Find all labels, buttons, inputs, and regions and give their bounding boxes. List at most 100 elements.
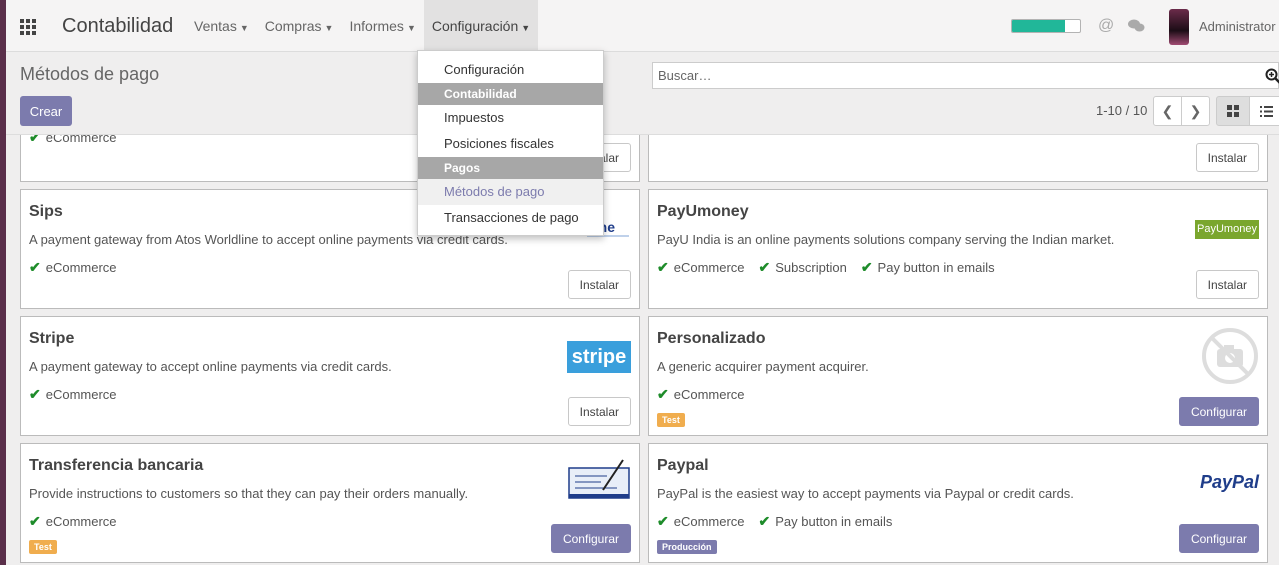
mention-icon[interactable]: @ (1098, 17, 1114, 35)
dropdown-item-transacciones-de-pago[interactable]: Transacciones de pago (418, 205, 603, 231)
configure-button[interactable]: Configurar (1178, 524, 1259, 553)
check-icon: ✔ (29, 513, 41, 529)
dropdown-header-pagos: Pagos (418, 157, 603, 179)
feature-item: ✔ eCommerce (657, 259, 745, 275)
search-icon[interactable] (1265, 68, 1279, 84)
install-button[interactable]: Instalar (1195, 143, 1259, 172)
kanban-card-transferencia[interactable]: Transferencia bancaria Provide instructi… (20, 443, 640, 563)
feature-list: ✔ eCommerce (29, 134, 131, 146)
kanban-icon (1227, 105, 1239, 117)
status-badge: Test (657, 413, 685, 427)
list-icon (1259, 105, 1273, 117)
configuracion-dropdown: Configuración Contabilidad Impuestos Pos… (417, 50, 604, 236)
progress-bar (1011, 19, 1081, 33)
feature-item: ✔ Subscription (758, 259, 847, 275)
feature-item: ✔ eCommerce (657, 513, 745, 529)
menu-configuracion[interactable]: Configuración ▼ (423, 0, 539, 50)
check-icon: ✔ (758, 513, 771, 529)
page-title: Métodos de pago (20, 64, 160, 84)
check-icon: ✔ (29, 134, 41, 145)
no-image-icon (1202, 328, 1258, 384)
chevron-right-icon: ❯ (1189, 102, 1202, 119)
configure-button[interactable]: Configurar (550, 524, 631, 553)
card-title: Sips (29, 203, 63, 220)
kanban-card-payumoney[interactable]: PayUmoney PayU India is an online paymen… (648, 189, 1268, 309)
check-icon: ✔ (657, 259, 669, 275)
feature-item: ✔ Pay button in emails (758, 513, 893, 529)
menu-informes[interactable]: Informes ▼ (341, 0, 423, 50)
kanban-card-paypal[interactable]: Paypal PayPal is the easiest way to acce… (648, 443, 1268, 563)
feature-item: ✔ eCommerce (29, 386, 117, 402)
caret-down-icon: ▼ (324, 23, 334, 33)
dropdown-item-posiciones-fiscales[interactable]: Posiciones fiscales (418, 131, 603, 157)
kanban-view: ✔eCommerce Instalar Instalar Sips A paym… (6, 134, 1279, 565)
feature-item: ✔ eCommerce (29, 513, 117, 529)
app-window: Contabilidad Ventas ▼ Compras ▼ Informes ▼ … (6, 0, 1279, 565)
kanban-card-personalizado[interactable]: Personalizado A generic acquirer payment… (648, 316, 1268, 436)
create-button[interactable]: Crear (20, 96, 72, 126)
avatar[interactable] (1169, 9, 1189, 45)
install-button[interactable]: Instalar (567, 397, 631, 426)
check-icon: ✔ (29, 259, 41, 275)
progress-fill (1012, 20, 1066, 32)
card-title: Personalizado (657, 330, 766, 347)
kanban-view-button[interactable] (1216, 96, 1250, 126)
apps-menu-icon[interactable] (20, 19, 36, 35)
feature-list: ✔ eCommerce (657, 386, 759, 403)
check-icon: ✔ (657, 386, 669, 402)
card-description: PayU India is an online payments solutio… (657, 232, 1115, 247)
install-button[interactable]: Instalar (567, 270, 631, 299)
dropdown-item-configuracion[interactable]: Configuración (418, 57, 603, 83)
card-title: Transferencia bancaria (29, 457, 204, 474)
list-view-button[interactable] (1249, 96, 1279, 126)
cheque-icon (568, 459, 630, 499)
chat-icon[interactable] (1128, 19, 1145, 33)
card-title: PayUmoney (657, 203, 749, 220)
feature-item: ✔ eCommerce (29, 259, 117, 275)
user-name[interactable]: Administrator (1199, 19, 1276, 34)
feature-list: ✔ eCommerce (29, 513, 131, 530)
dropdown-header-contabilidad: Contabilidad (418, 83, 603, 105)
card-title: Paypal (657, 457, 709, 474)
dropdown-item-metodos-de-pago[interactable]: Métodos de pago (418, 179, 603, 205)
caret-down-icon: ▼ (239, 23, 249, 33)
pager-previous-button[interactable]: ❮ (1153, 96, 1182, 126)
install-button[interactable]: Instalar (1195, 270, 1259, 299)
caret-down-icon: ▼ (406, 23, 416, 33)
card-description: A payment gateway to accept online payme… (29, 359, 392, 374)
status-badge: Producción (657, 540, 717, 554)
feature-item: ✔ eCommerce (657, 386, 745, 402)
check-icon: ✔ (29, 386, 41, 402)
check-icon: ✔ (657, 513, 669, 529)
feature-item: ✔ Pay button in emails (860, 259, 995, 275)
check-icon: ✔ (758, 259, 771, 275)
card-title: Stripe (29, 330, 75, 347)
kanban-card-stripe[interactable]: Stripe A payment gateway to accept onlin… (20, 316, 640, 436)
top-navbar: Contabilidad Ventas ▼ Compras ▼ Informes ▼ … (6, 0, 1279, 52)
check-icon: ✔ (860, 259, 873, 275)
feature-list: ✔ eCommerce (29, 386, 131, 403)
feature-item: ✔ eCommerce (29, 134, 117, 146)
card-description: A generic acquirer payment acquirer. (657, 359, 869, 374)
chevron-left-icon: ❮ (1161, 102, 1174, 119)
caret-down-icon: ▼ (521, 23, 531, 33)
feature-list: ✔ eCommerce (29, 259, 131, 276)
main-menu: Ventas ▼ Compras ▼ Informes ▼ Configuración… (186, 0, 539, 50)
configure-button[interactable]: Configurar (1178, 397, 1259, 426)
search-input[interactable] (658, 63, 1238, 88)
paypal-logo: PayPal (1199, 472, 1259, 492)
status-badge: Test (29, 540, 57, 554)
dropdown-item-impuestos[interactable]: Impuestos (418, 105, 603, 131)
app-brand: Contabilidad (62, 15, 174, 37)
feature-list: ✔ eCommerce ✔ Subscription ✔ Pay button in … (657, 259, 1009, 276)
stripe-logo: stripe (567, 341, 631, 373)
menu-compras[interactable]: Compras ▼ (257, 0, 342, 50)
card-description: PayPal is the easiest way to accept paym… (657, 486, 1074, 501)
payumoney-logo: PayUmoney (1195, 220, 1259, 239)
pager-value[interactable]: 1-10 / 10 (1096, 103, 1147, 118)
menu-ventas[interactable]: Ventas ▼ (186, 0, 257, 50)
card-description: Provide instructions to customers so tha… (29, 486, 469, 501)
pager-next-button[interactable]: ❯ (1181, 96, 1210, 126)
feature-list: ✔ eCommerce ✔ Pay button in emails (657, 513, 906, 530)
kanban-card[interactable]: Instalar (648, 135, 1268, 182)
